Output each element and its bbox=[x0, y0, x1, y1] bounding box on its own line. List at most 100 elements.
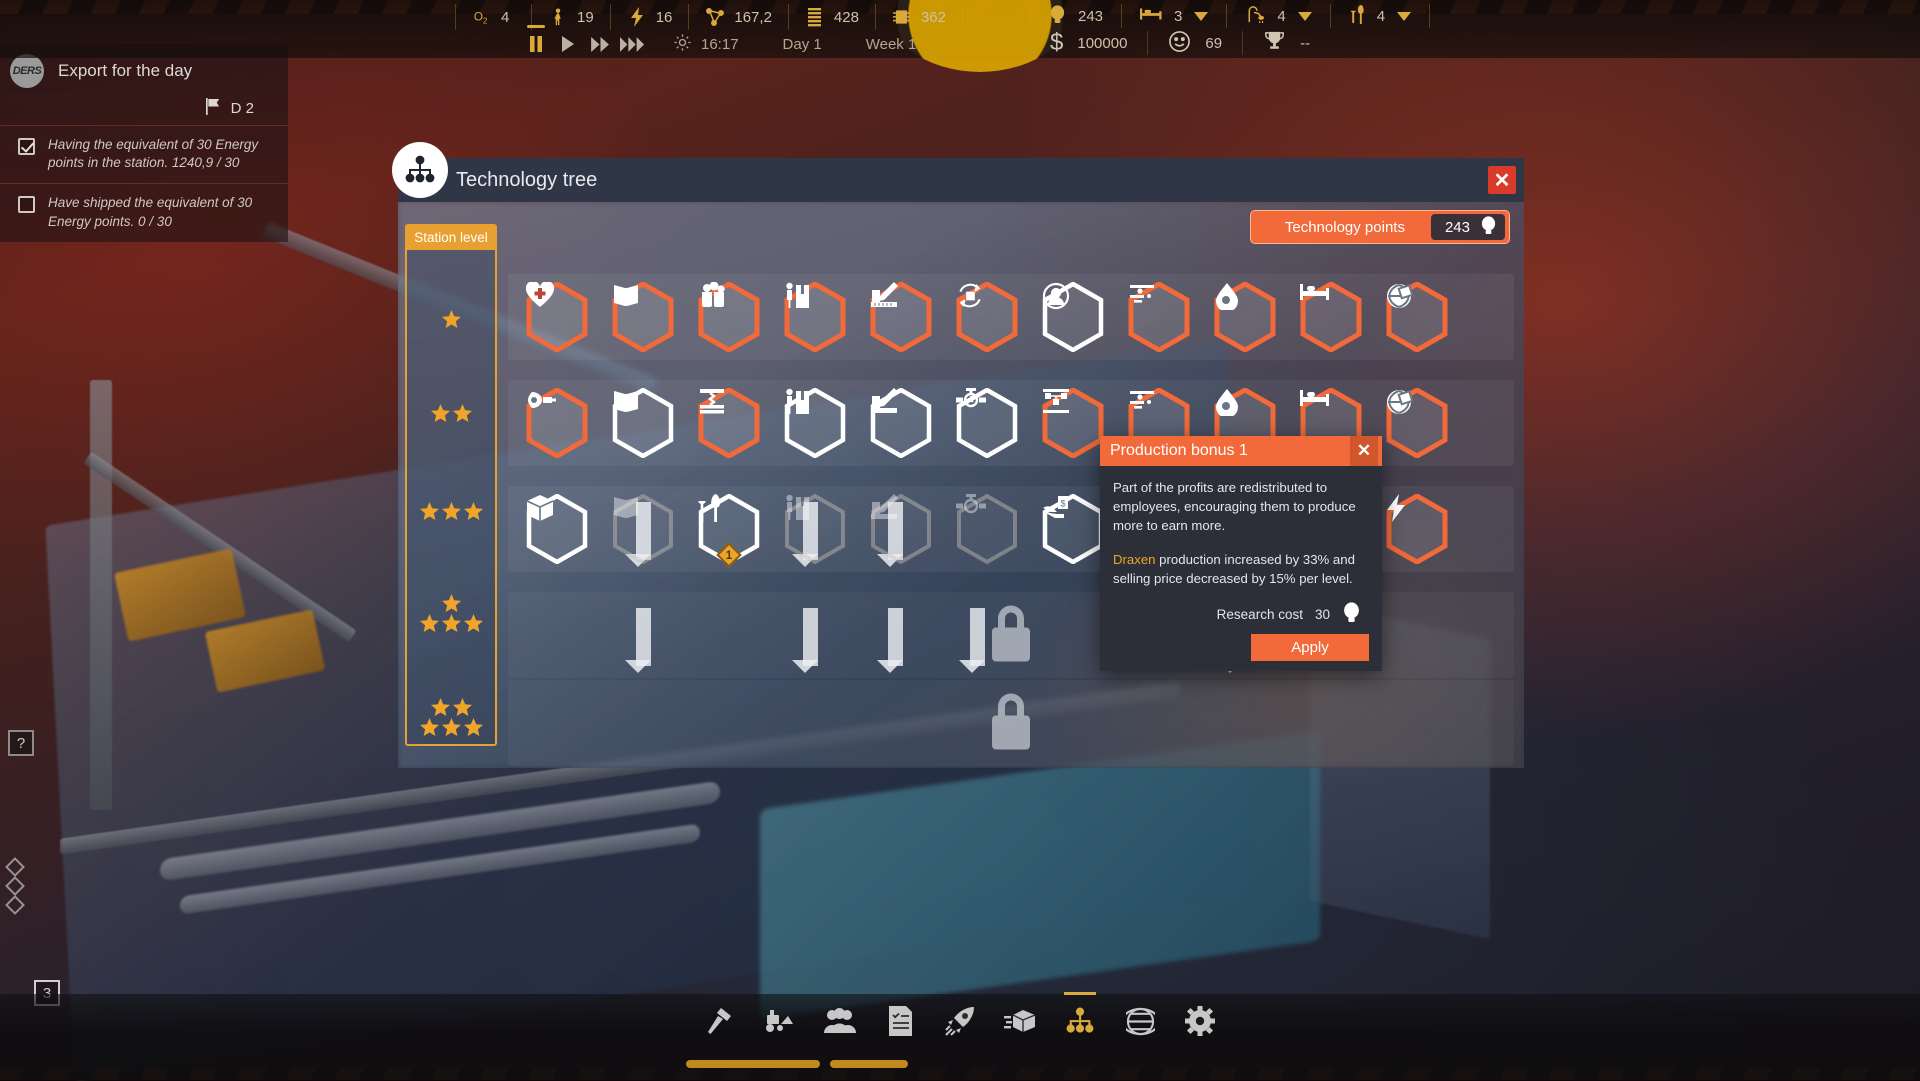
chevron-down-icon[interactable] bbox=[1397, 12, 1411, 21]
shipping-box-icon[interactable] bbox=[1001, 1002, 1039, 1040]
tech-node-bed[interactable] bbox=[1300, 282, 1362, 352]
station-level-1[interactable] bbox=[407, 274, 495, 364]
help-button[interactable]: ? bbox=[8, 730, 34, 756]
tech-node-production-bonus[interactable]: $ bbox=[1042, 494, 1104, 564]
book-icon bbox=[612, 388, 674, 458]
rocket-icon[interactable] bbox=[941, 1002, 979, 1040]
tech-node-lab-bench[interactable] bbox=[1042, 388, 1104, 458]
lab-bench-icon bbox=[1042, 388, 1104, 458]
tech-node-worker-logistics[interactable] bbox=[784, 494, 846, 564]
tech-node-recycling[interactable] bbox=[956, 282, 1018, 352]
star-row bbox=[442, 310, 461, 329]
conveyor-icon bbox=[1128, 282, 1190, 352]
station-level-5[interactable] bbox=[407, 670, 495, 765]
gear-icon[interactable] bbox=[1181, 1002, 1219, 1040]
tech-node-health[interactable] bbox=[526, 282, 588, 352]
resource-chip[interactable]: 362 bbox=[876, 4, 963, 30]
star-icon bbox=[420, 502, 439, 521]
stat-food[interactable]: 4 bbox=[1331, 4, 1430, 28]
tech-node-drop-tank[interactable] bbox=[1214, 282, 1276, 352]
chevron-down-icon[interactable] bbox=[1194, 12, 1208, 21]
tech-row-level-1 bbox=[508, 274, 1514, 360]
tech-node-blueprint[interactable] bbox=[870, 282, 932, 352]
stat-beds[interactable]: 3 bbox=[1122, 4, 1227, 28]
star-icon bbox=[464, 718, 483, 737]
press-icon bbox=[698, 388, 760, 458]
tech-node-employee-profile[interactable] bbox=[1042, 282, 1104, 352]
trophy-display[interactable]: -- bbox=[1243, 31, 1330, 55]
close-icon[interactable]: ✕ bbox=[1350, 436, 1378, 466]
hammer-icon[interactable] bbox=[701, 1002, 739, 1040]
quest-task-row[interactable]: Have shipped the equivalent of 30 Energy… bbox=[0, 183, 288, 241]
checklist-icon[interactable] bbox=[881, 1002, 919, 1040]
pause-button[interactable] bbox=[520, 31, 552, 57]
health-icon bbox=[526, 282, 588, 352]
loader-icon[interactable] bbox=[761, 1002, 799, 1040]
very-fast-forward-button[interactable] bbox=[616, 31, 648, 57]
resource-energy[interactable]: 16 bbox=[611, 4, 690, 30]
tech-node-cutlery[interactable]: 1 bbox=[698, 494, 760, 564]
progress-bar bbox=[686, 1060, 820, 1068]
tech-node-global-export[interactable] bbox=[1386, 388, 1448, 458]
resource-workers-value: 19 bbox=[577, 9, 594, 26]
blueprint-icon bbox=[870, 282, 932, 352]
tooltip-title: Production bonus 1 bbox=[1110, 442, 1248, 460]
chevron-down-icon[interactable] bbox=[1298, 12, 1312, 21]
lock-icon bbox=[985, 602, 1037, 669]
technology-points-label: Technology points bbox=[1251, 219, 1431, 236]
tech-node-valve[interactable] bbox=[956, 388, 1018, 458]
happiness-display[interactable]: 69 bbox=[1148, 31, 1243, 55]
tech-node-press[interactable] bbox=[698, 388, 760, 458]
tech-node-blueprint[interactable] bbox=[870, 388, 932, 458]
station-level-2[interactable] bbox=[407, 366, 495, 461]
technology-tree-dialog: Technology tree ✕ Technology points 243 … bbox=[398, 158, 1524, 768]
tech-row-level-5-locked bbox=[508, 680, 1514, 766]
station-level-3[interactable] bbox=[407, 464, 495, 559]
close-icon[interactable]: ✕ bbox=[1488, 166, 1516, 194]
stat-technology-points[interactable]: 243 bbox=[1030, 4, 1122, 28]
diamond-indicator bbox=[5, 857, 25, 877]
play-button[interactable] bbox=[552, 31, 584, 57]
globe-icon[interactable] bbox=[1121, 1002, 1159, 1040]
quest-deadline-label: D 2 bbox=[231, 100, 254, 117]
tech-node-research-book[interactable] bbox=[612, 282, 674, 352]
filament-icon bbox=[805, 7, 825, 27]
resource-oxygen[interactable]: O2 4 bbox=[455, 4, 532, 30]
tech-node-rocket-tank[interactable] bbox=[526, 388, 588, 458]
tech-node-worker-logistics[interactable] bbox=[784, 388, 846, 458]
star-icon bbox=[420, 614, 439, 633]
tech-node-research-book[interactable] bbox=[612, 388, 674, 458]
bed-icon bbox=[1140, 7, 1162, 25]
tech-node-worker-logistics[interactable] bbox=[784, 282, 846, 352]
worker-box-icon bbox=[784, 282, 846, 352]
tech-node-power-bolt[interactable] bbox=[1386, 494, 1448, 564]
tech-node-conveyor[interactable] bbox=[1128, 282, 1190, 352]
star-icon bbox=[431, 404, 450, 423]
tech-node-beer[interactable] bbox=[698, 282, 760, 352]
station-level-4[interactable] bbox=[407, 566, 495, 661]
resource-molecule[interactable]: 167,2 bbox=[689, 4, 789, 30]
tech-node-research-book[interactable] bbox=[612, 494, 674, 564]
lightbulb-icon bbox=[1049, 5, 1066, 28]
star-row bbox=[420, 614, 483, 633]
quest-task-checkbox[interactable] bbox=[18, 196, 35, 213]
technology-points-badge[interactable]: Technology points 243 bbox=[1250, 210, 1510, 244]
stat-beds-value: 3 bbox=[1174, 8, 1182, 25]
apply-button[interactable]: Apply bbox=[1251, 634, 1369, 661]
quest-task-row[interactable]: Having the equivalent of 30 Energy point… bbox=[0, 125, 288, 183]
tech-node-storage-box[interactable] bbox=[526, 494, 588, 564]
quest-task-checkbox[interactable] bbox=[18, 138, 35, 155]
station-level-sidebar: Station level bbox=[405, 224, 497, 746]
tech-node-global-export[interactable] bbox=[1386, 282, 1448, 352]
people-icon[interactable] bbox=[821, 1002, 859, 1040]
tech-node-blueprint[interactable] bbox=[870, 494, 932, 564]
stat-showers[interactable]: 4 bbox=[1227, 4, 1330, 28]
tech-node-valve[interactable] bbox=[956, 494, 1018, 564]
day-label: Day 1 bbox=[761, 36, 844, 53]
fast-forward-button[interactable] bbox=[584, 31, 616, 57]
resource-energy-value: 16 bbox=[656, 9, 673, 26]
tech-tree-icon[interactable] bbox=[1061, 1002, 1099, 1040]
resource-filament[interactable]: 428 bbox=[789, 4, 876, 30]
money-hand-icon: $ bbox=[1042, 494, 1104, 564]
money-display[interactable]: $ 100000 bbox=[1030, 31, 1148, 55]
